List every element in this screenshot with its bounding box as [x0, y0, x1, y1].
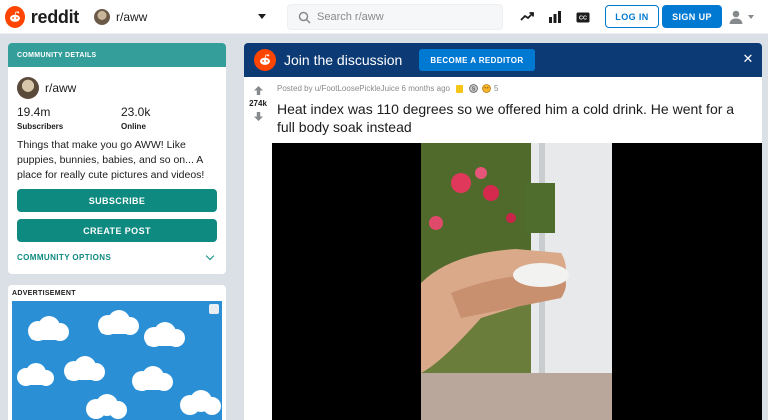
- ad-choices-icon[interactable]: [209, 304, 219, 314]
- banner-title: Join the discussion: [284, 52, 403, 68]
- cloud-pattern-graphic: [17, 310, 221, 419]
- reddit-home-link[interactable]: reddit: [5, 5, 79, 29]
- svg-text:CC: CC: [579, 15, 587, 21]
- login-button[interactable]: LOG IN: [605, 5, 659, 28]
- community-avatar: [17, 77, 39, 99]
- signup-button[interactable]: SIGN UP: [662, 5, 722, 28]
- closed-caption-icon[interactable]: CC: [575, 9, 591, 25]
- post-card: 274k Posted by u/FootLoosePickleJuice 6 …: [244, 77, 762, 420]
- search-icon: [298, 11, 311, 24]
- community-name: r/aww: [45, 81, 77, 95]
- post-title[interactable]: Heat index was 110 degrees so we offered…: [277, 100, 753, 136]
- community-avatar: [94, 9, 110, 25]
- chart-icon[interactable]: [547, 9, 563, 25]
- post-meta: Posted by u/FootLoosePickleJuice 6 month…: [277, 84, 498, 93]
- coin-award-icon: S: [469, 84, 478, 93]
- subscribe-button[interactable]: SUBSCRIBE: [17, 189, 217, 212]
- community-details-card: COMMUNITY DETAILS r/aww 19.4m Subscriber…: [8, 43, 226, 274]
- card-heading: COMMUNITY DETAILS: [8, 43, 226, 67]
- chevron-down-icon: [205, 251, 215, 260]
- wholesome-award-icon: [482, 84, 491, 93]
- join-discussion-banner: Join the discussion BECOME A REDDITOR ✕: [244, 43, 762, 77]
- brand-wordmark: reddit: [30, 6, 80, 27]
- become-redditor-button[interactable]: BECOME A REDDITOR: [419, 49, 535, 71]
- upvote-arrow-icon[interactable]: [253, 85, 264, 96]
- online-count: 23.0k: [121, 105, 151, 119]
- community-switcher-label: r/aww: [116, 10, 148, 24]
- community-description: Things that make you go AWW! Like puppie…: [17, 139, 205, 181]
- search-bar[interactable]: [287, 4, 503, 30]
- user-icon: [729, 10, 743, 24]
- online-label: Online: [121, 122, 146, 131]
- subscribers-stat: 19.4m Subscribers: [17, 105, 63, 131]
- advertisement-card: ADVERTISEMENT: [8, 285, 226, 420]
- downvote-arrow-icon[interactable]: [253, 111, 264, 122]
- community-options-label: COMMUNITY OPTIONS: [17, 252, 112, 262]
- chevron-down-icon: [258, 14, 266, 19]
- community-switcher[interactable]: r/aww: [94, 6, 272, 28]
- create-post-button[interactable]: CREATE POST: [17, 219, 217, 242]
- community-options-toggle[interactable]: COMMUNITY OPTIONS: [17, 250, 217, 264]
- silver-award-icon: [456, 84, 463, 93]
- post-author-time[interactable]: Posted by u/FootLoosePickleJuice 6 month…: [277, 84, 450, 93]
- community-identity[interactable]: r/aww: [17, 77, 76, 99]
- svg-text:S: S: [472, 87, 476, 93]
- user-menu-dropdown[interactable]: [728, 9, 758, 25]
- vote-column: 274k: [244, 77, 272, 420]
- video-player[interactable]: [272, 143, 762, 420]
- advertisement-label: ADVERTISEMENT: [12, 290, 76, 297]
- trending-icon[interactable]: [519, 9, 535, 25]
- advertisement-image[interactable]: [12, 301, 222, 420]
- search-input[interactable]: [317, 11, 487, 23]
- subscribers-count: 19.4m: [17, 105, 51, 119]
- subscribers-label: Subscribers: [17, 122, 64, 131]
- reddit-logo-icon: [5, 6, 25, 28]
- award-count: 5: [494, 84, 499, 93]
- vote-count: 274k: [249, 99, 267, 108]
- reddit-logo-icon: [254, 49, 276, 71]
- close-icon[interactable]: ✕: [742, 52, 754, 65]
- online-stat: 23.0k Online: [121, 105, 150, 131]
- chevron-down-icon: [748, 15, 754, 19]
- top-nav-bar: reddit r/aww CC LOG IN SIGN UP: [0, 0, 768, 34]
- video-frame: [421, 143, 612, 420]
